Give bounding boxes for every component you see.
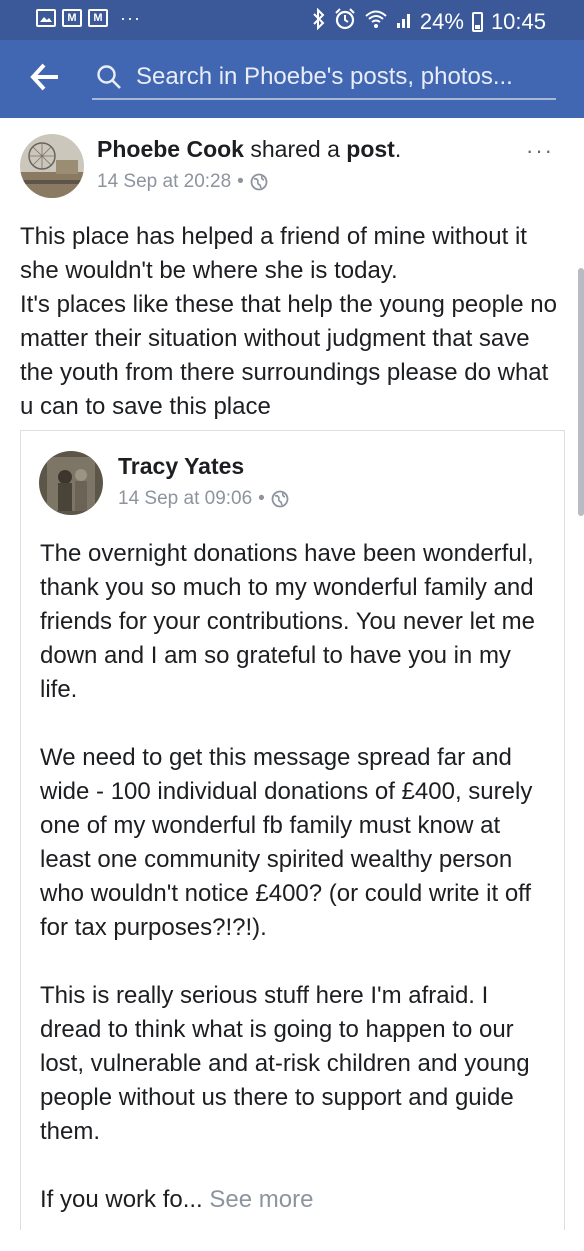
shared-author-name[interactable]: Tracy Yates	[118, 453, 244, 480]
bluetooth-icon	[312, 7, 326, 36]
gmail-icon: M	[62, 9, 82, 27]
avatar[interactable]	[20, 134, 84, 198]
post-meta: 14 Sep at 20:28 •	[97, 171, 268, 193]
share-action: shared a	[250, 136, 340, 162]
shared-post-card[interactable]: Tracy Yates 14 Sep at 09:06 • The overni…	[20, 430, 565, 1230]
shared-post-message: The overnight donations have been wonder…	[40, 537, 550, 1251]
search-input[interactable]	[136, 60, 546, 94]
search-icon	[96, 64, 122, 90]
header-period: .	[394, 136, 402, 162]
globe-icon	[250, 173, 268, 191]
shared-object-link[interactable]: post	[346, 136, 395, 162]
globe-icon	[271, 490, 289, 508]
gmail-icon: M	[88, 9, 108, 27]
shared-post-meta: 14 Sep at 09:06 •	[118, 488, 289, 510]
more-notifications-indicator: ···	[120, 8, 141, 28]
signal-icon	[396, 9, 412, 35]
meta-separator: •	[237, 171, 244, 192]
clock: 10:45	[490, 9, 546, 34]
post-paragraph: This place has helped a friend of mine w…	[20, 223, 527, 284]
more-options-icon[interactable]: ···	[526, 138, 554, 164]
status-bar: M M ··· 24% 10:45	[0, 0, 584, 40]
search-header	[0, 40, 584, 118]
system-status: 24% 10:45	[312, 7, 546, 36]
alarm-icon	[334, 8, 356, 36]
shared-post-timestamp[interactable]: 14 Sep at 09:06	[118, 488, 252, 510]
shared-paragraph: The overnight donations have been wonder…	[40, 540, 535, 703]
truncated-paragraph: If you work fo... See more	[40, 1183, 550, 1217]
meta-separator: •	[258, 488, 265, 509]
battery-percentage: 24%	[419, 9, 464, 34]
gallery-icon	[36, 9, 56, 27]
search-field[interactable]	[92, 56, 556, 100]
notification-icons: M M ···	[36, 9, 141, 27]
shared-paragraph: This is really serious stuff here I'm af…	[40, 982, 530, 1145]
post-paragraph: It's places like these that help the you…	[20, 291, 557, 420]
avatar[interactable]	[39, 451, 103, 515]
battery-icon	[471, 12, 483, 32]
post-message: This place has helped a friend of mine w…	[20, 220, 568, 424]
post: Phoebe Cook shared a post. 14 Sep at 20:…	[0, 118, 584, 1230]
post-header: Phoebe Cook shared a post.	[97, 136, 401, 163]
shared-paragraph: We need to get this message spread far a…	[40, 744, 533, 941]
post-timestamp[interactable]: 14 Sep at 20:28	[97, 171, 231, 193]
scrollbar[interactable]	[578, 268, 584, 516]
back-arrow-icon[interactable]	[30, 59, 62, 95]
wifi-icon	[364, 9, 388, 35]
author-name[interactable]: Phoebe Cook	[97, 136, 244, 162]
